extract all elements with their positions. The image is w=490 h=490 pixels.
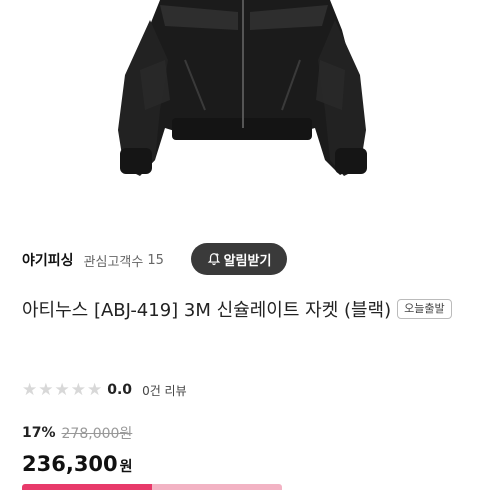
star-icon: ★: [87, 379, 103, 400]
star-icon: ★: [38, 379, 54, 400]
rating-row[interactable]: ★ ★ ★ ★ ★ 0.0 0건 리뷰: [22, 378, 187, 402]
cut-off-benefit-row: [22, 484, 282, 490]
product-title: 아티누스 [ABJ-419] 3M 신슐레이트 자켓 (블랙) 오늘출발: [22, 296, 472, 326]
follower-count: 15: [147, 252, 164, 268]
bell-plus-icon: [207, 253, 220, 266]
price-row: 236,300 원: [22, 452, 133, 482]
jacket-image: [118, 0, 367, 176]
rating-value: 0.0: [107, 382, 133, 398]
alert-button-label: 알림받기: [223, 253, 272, 269]
alert-subscribe-button[interactable]: 알림받기: [191, 243, 287, 275]
original-price: 278,000원: [61, 426, 133, 442]
seller-row: 야기피싱 관심고객수 15 알림받기: [22, 243, 472, 277]
star-icon: ★: [70, 379, 86, 400]
product-title-text: 아티누스 [ABJ-419] 3M 신슐레이트 자켓 (블랙): [22, 300, 392, 321]
sale-price: 236,300: [22, 452, 118, 476]
discount-row: 17% 278,000원: [22, 422, 132, 444]
star-icon: ★: [54, 379, 70, 400]
star-rating: ★ ★ ★ ★ ★: [22, 379, 103, 400]
seller-name[interactable]: 야기피싱: [22, 250, 74, 270]
review-count-link[interactable]: 0건 리뷰: [142, 382, 187, 399]
follower-label: 관심고객수: [83, 254, 144, 270]
shipping-badge: 오늘출발: [397, 299, 452, 319]
product-image[interactable]: [0, 0, 490, 228]
discount-rate: 17%: [22, 425, 56, 441]
star-icon: ★: [22, 379, 38, 400]
price-currency: 원: [119, 459, 133, 475]
